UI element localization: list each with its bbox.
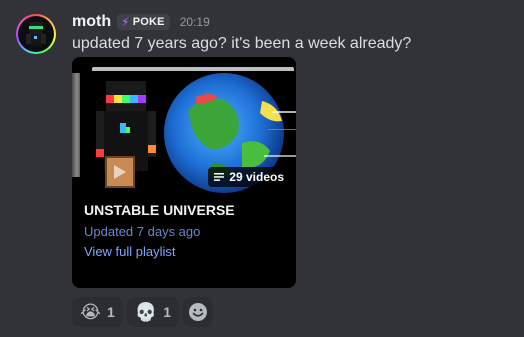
reaction-bar: 😭 1 💀 1 bbox=[72, 297, 214, 327]
playlist-thumbnail[interactable]: 29 videos bbox=[72, 57, 296, 193]
playlist-icon bbox=[214, 173, 225, 181]
skull-icon: 💀 bbox=[134, 302, 158, 322]
add-reaction-button[interactable] bbox=[183, 297, 214, 327]
view-full-playlist-link[interactable]: View full playlist bbox=[84, 244, 176, 259]
message-text: updated 7 years ago? it's been a week al… bbox=[72, 35, 412, 52]
stacked-thumbnail-edge bbox=[72, 73, 80, 177]
username[interactable]: moth bbox=[72, 13, 111, 31]
chat-message: moth ⚡ POKE 20:19 updated 7 years ago? i… bbox=[0, 0, 524, 337]
smiley-add-reaction-icon bbox=[189, 303, 208, 321]
playlist-updated: Updated 7 days ago bbox=[84, 224, 201, 239]
playlist-title[interactable]: UNSTABLE UNIVERSE bbox=[84, 202, 235, 218]
server-tag-label: POKE bbox=[132, 16, 165, 28]
reaction-count: 1 bbox=[107, 304, 115, 320]
reaction-count: 1 bbox=[163, 304, 172, 320]
reaction-crying[interactable]: 😭 1 bbox=[72, 297, 123, 327]
reaction-skull[interactable]: 💀 1 bbox=[126, 297, 180, 327]
avatar-image bbox=[18, 16, 54, 52]
server-tag[interactable]: ⚡ POKE bbox=[117, 14, 170, 30]
playlist-embed[interactable]: 29 videos UNSTABLE UNIVERSE Updated 7 da… bbox=[72, 57, 296, 288]
loudly-crying-face-icon: 😭 bbox=[80, 302, 102, 322]
video-count: 29 videos bbox=[229, 170, 284, 184]
timestamp[interactable]: 20:19 bbox=[180, 15, 210, 29]
lightning-icon: ⚡ bbox=[121, 15, 130, 29]
message-header: moth ⚡ POKE 20:19 bbox=[72, 12, 210, 32]
video-count-badge: 29 videos bbox=[208, 167, 290, 187]
avatar[interactable] bbox=[16, 14, 56, 54]
